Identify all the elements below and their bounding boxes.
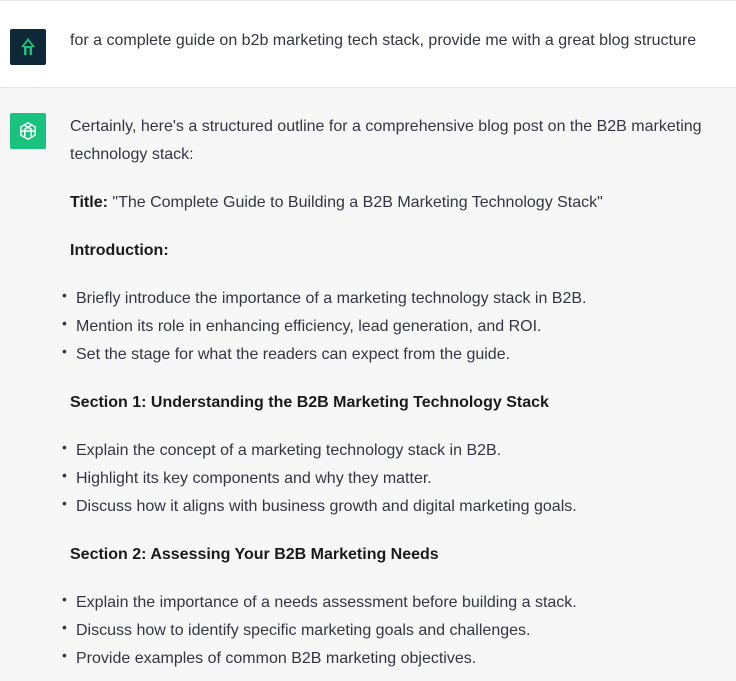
title-text: "The Complete Guide to Building a B2B Ma… <box>107 194 603 211</box>
list-item-text: Explain the concept of a marketing techn… <box>76 442 502 459</box>
user-message-text: for a complete guide on b2b marketing te… <box>70 32 697 49</box>
introduction-list: • Briefly introduce the importance of a m… <box>56 285 720 369</box>
bullet-icon: • <box>62 315 67 331</box>
bullet-icon: • <box>62 287 67 303</box>
section1-list: • Explain the concept of a marketing tech… <box>56 437 720 521</box>
list-item-text: Discuss how it aligns with business grow… <box>76 498 577 515</box>
introduction-heading: Introduction: <box>70 237 720 265</box>
section1-heading: Section 1: Understanding the B2B Marketi… <box>70 389 720 417</box>
list-item: • Provide examples of common B2B marketin… <box>56 645 720 673</box>
list-item-text: Set the stage for what the readers can e… <box>76 346 511 363</box>
list-item-text: Briefly introduce the importance of a ma… <box>76 290 587 307</box>
list-item: • Set the stage for what the readers can … <box>56 341 720 369</box>
section2-heading-text: Section 2: Assessing Your B2B Marketing … <box>70 546 439 563</box>
list-item: • Briefly introduce the importance of a m… <box>56 285 720 313</box>
section2-list: • Explain the importance of a needs asses… <box>56 589 720 673</box>
assistant-message-content: Certainly, here's a structured outline f… <box>62 113 720 681</box>
list-item-text: Provide examples of common B2B marketing… <box>76 650 477 667</box>
assistant-message: Certainly, here's a structured outline f… <box>0 88 736 681</box>
list-item: • Highlight its key components and why th… <box>56 465 720 493</box>
bullet-icon: • <box>62 467 67 483</box>
list-item-text: Highlight its key components and why the… <box>76 470 432 487</box>
assistant-avatar <box>10 113 46 149</box>
list-item: • Discuss how to identify specific market… <box>56 617 720 645</box>
intro-paragraph: Certainly, here's a structured outline f… <box>70 118 702 163</box>
list-item-text: Mention its role in enhancing efficiency… <box>76 318 542 335</box>
user-message: for a complete guide on b2b marketing te… <box>0 0 736 88</box>
list-item: • Explain the concept of a marketing tech… <box>56 437 720 465</box>
bullet-icon: • <box>62 495 67 511</box>
title-paragraph: Title: "The Complete Guide to Building a… <box>70 189 720 217</box>
section1-heading-text: Section 1: Understanding the B2B Marketi… <box>70 394 549 411</box>
section2-heading: Section 2: Assessing Your B2B Marketing … <box>70 541 720 569</box>
list-item-text: Discuss how to identify specific marketi… <box>76 622 531 639</box>
bullet-icon: • <box>62 647 67 663</box>
list-item: • Explain the importance of a needs asses… <box>56 589 720 617</box>
bullet-icon: • <box>62 591 67 607</box>
list-item: • Discuss how it aligns with business gro… <box>56 493 720 521</box>
chat-thread: for a complete guide on b2b marketing te… <box>0 0 736 681</box>
bullet-icon: • <box>62 619 67 635</box>
list-item: • Mention its role in enhancing efficienc… <box>56 313 720 341</box>
user-logo-icon <box>21 38 35 55</box>
chatgpt-logo-icon <box>20 122 36 140</box>
list-item-text: Explain the importance of a needs assess… <box>76 594 577 611</box>
user-avatar <box>10 29 46 65</box>
bullet-icon: • <box>62 343 67 359</box>
bullet-icon: • <box>62 439 67 455</box>
title-label: Title: <box>70 194 108 211</box>
introduction-heading-text: Introduction: <box>70 242 169 259</box>
